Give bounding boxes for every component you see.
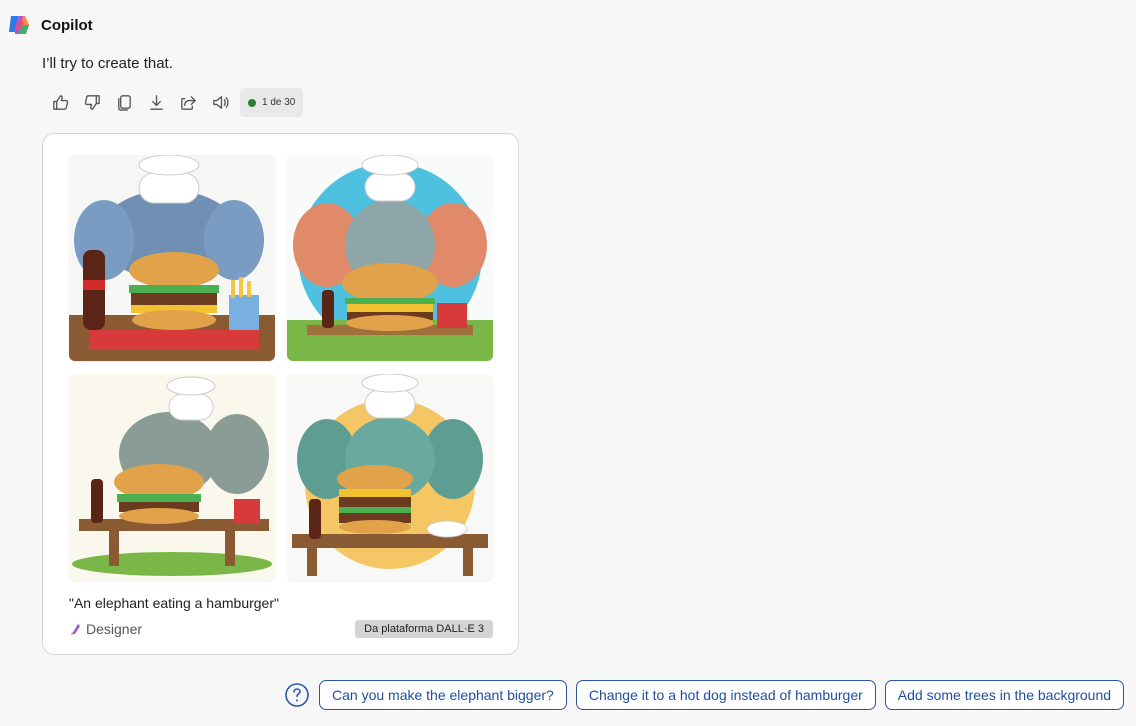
thumbs-down-icon — [84, 95, 100, 110]
suggestion-bar: Can you make the elephant bigger? Change… — [284, 680, 1133, 710]
status-dot-icon — [248, 98, 256, 107]
speaker-icon — [212, 96, 229, 109]
read-aloud-button[interactable] — [204, 88, 236, 117]
dislike-button[interactable] — [76, 88, 108, 117]
copy-icon — [117, 95, 131, 111]
copilot-logo-icon — [9, 16, 29, 34]
image-prompt-caption: "An elephant eating a hamburger" — [69, 595, 279, 611]
suggestion-chip[interactable]: Can you make the elephant bigger? — [319, 680, 567, 710]
elephant-burger-image — [69, 374, 275, 580]
suggestion-chip[interactable]: Change it to a hot dog instead of hambur… — [575, 680, 876, 710]
share-icon — [180, 96, 196, 110]
app-title: Copilot — [41, 16, 93, 34]
assistant-message: I’ll try to create that. — [42, 55, 173, 72]
image-counter-text: 1 de 30 — [262, 97, 296, 108]
question-icon[interactable] — [284, 682, 310, 708]
elephant-burger-image — [287, 374, 493, 580]
platform-badge: Da plataforma DALL·E 3 — [355, 620, 493, 638]
download-button[interactable] — [140, 88, 172, 117]
download-icon — [149, 95, 163, 110]
designer-icon — [71, 624, 80, 635]
elephant-burger-image — [69, 155, 275, 361]
thumbs-up-icon — [52, 95, 68, 110]
elephant-burger-image — [287, 155, 493, 361]
generated-image-2[interactable] — [287, 155, 493, 361]
generated-image-1[interactable] — [69, 155, 275, 361]
share-button[interactable] — [172, 88, 204, 117]
generated-image-3[interactable] — [69, 374, 275, 580]
image-grid — [69, 155, 494, 581]
generated-image-4[interactable] — [287, 374, 493, 580]
designer-label: Designer — [86, 621, 143, 637]
message-toolbar: 1 de 30 — [44, 88, 304, 117]
copy-button[interactable] — [108, 88, 140, 117]
copilot-header: Copilot — [6, 12, 93, 38]
image-counter-badge: 1 de 30 — [240, 88, 304, 117]
designer-link[interactable]: Designer — [69, 621, 142, 637]
like-button[interactable] — [44, 88, 76, 117]
suggestion-chip[interactable]: Add some trees in the background — [884, 680, 1125, 710]
generated-images-card: "An elephant eating a hamburger" Designe… — [42, 133, 519, 655]
